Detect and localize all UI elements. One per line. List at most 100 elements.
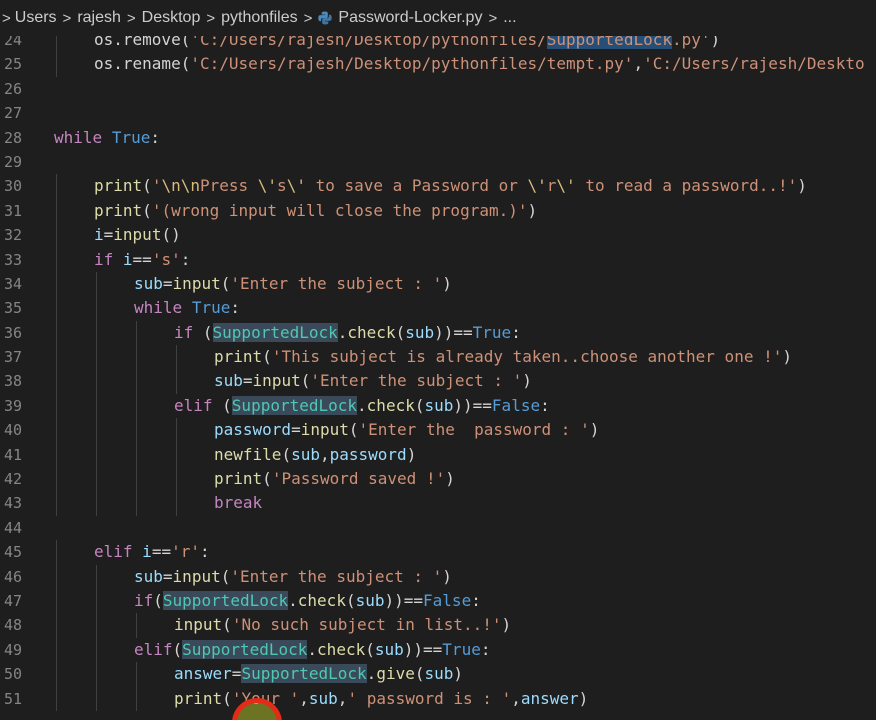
code-line[interactable]: 48 input('No such subject in list..!') — [0, 613, 876, 638]
code-token: , — [633, 54, 644, 74]
code-line[interactable]: 29 — [0, 150, 876, 174]
code-line[interactable]: 40 password=input('Enter the password : '… — [0, 418, 876, 443]
code-token: ( — [365, 639, 375, 659]
code-line[interactable]: 43 break — [0, 491, 876, 516]
code-editor[interactable]: 24 os.remove('C:/Users/rajesh/Desktop/pyt… — [0, 36, 876, 720]
code-line[interactable]: 49 elif(SupportedLock.check(sub))==True: — [0, 637, 876, 663]
code-token: SupportedLock — [212, 322, 338, 342]
code-line[interactable]: 51 print('Your ',sub,' password is : ',an… — [0, 686, 876, 711]
breadcrumb-desktop[interactable]: Desktop — [142, 9, 201, 27]
line-number: 24 — [3, 36, 22, 49]
code-line[interactable]: 34 sub=input('Enter the subject : ') — [0, 271, 876, 297]
code-token: give — [376, 664, 415, 684]
code-line[interactable]: 30 print('\n\nPress \'s\' to save a Passw… — [0, 174, 876, 199]
line-number: 46 — [3, 567, 22, 586]
code-line[interactable]: 31 print('(wrong input will close the pro… — [0, 198, 876, 224]
code-token: : — [471, 590, 481, 610]
code-text: i=input() — [94, 223, 181, 247]
code-token: password — [329, 444, 407, 464]
code-token: \' — [556, 176, 576, 196]
breadcrumb-pythonfiles[interactable]: pythonfiles — [221, 9, 298, 27]
code-line[interactable]: 46 sub=input('Enter the subject : ') — [0, 564, 876, 589]
indent-guide — [56, 662, 57, 687]
indent-guide — [56, 418, 57, 443]
code-token: check — [347, 322, 396, 342]
code-line[interactable]: 37 print('This subject is already taken..… — [0, 345, 876, 370]
line-number: 28 — [3, 128, 22, 147]
code-text: if(SupportedLock.check(sub))==False: — [134, 589, 481, 613]
code-line[interactable]: 50 answer=SupportedLock.give(sub) — [0, 662, 876, 687]
code-text: if (SupportedLock.check(sub))==True: — [174, 321, 521, 345]
code-line[interactable]: 32 i=input() — [0, 223, 876, 248]
breadcrumb-separator: > — [303, 9, 313, 27]
indent-guide — [176, 418, 177, 443]
code-line[interactable]: 45 elif i=='r': — [0, 540, 876, 565]
indent-guide — [96, 613, 97, 638]
code-token: print — [174, 688, 223, 708]
code-token: : — [511, 322, 521, 342]
indent-guide — [56, 588, 57, 614]
code-line[interactable]: 47 if(SupportedLock.check(sub))==False: — [0, 588, 876, 614]
code-token: input — [113, 225, 162, 245]
code-text: elif(SupportedLock.check(sub))==True: — [134, 638, 490, 662]
python-file-icon — [318, 11, 333, 25]
code-token: while — [134, 298, 183, 318]
code-token: ( — [172, 639, 183, 659]
code-token: if — [134, 590, 154, 610]
code-token: ) — [445, 469, 455, 489]
code-token: : — [230, 298, 240, 318]
code-text: elif (SupportedLock.check(sub))==False: — [174, 394, 550, 418]
code-line[interactable]: 36 if (SupportedLock.check(sub))==True: — [0, 320, 876, 346]
code-text: print('This subject is already taken..ch… — [214, 345, 792, 369]
code-line[interactable]: 44 — [0, 516, 876, 540]
line-number: 30 — [3, 177, 22, 196]
code-line[interactable]: 35 while True: — [0, 296, 876, 321]
breadcrumb-rajesh[interactable]: rajesh — [77, 9, 121, 27]
breadcrumb-users[interactable]: Users — [15, 9, 57, 27]
line-number: 37 — [3, 348, 22, 367]
code-token: ( — [345, 590, 356, 610]
code-token: . — [288, 590, 298, 610]
code-line[interactable]: 26 — [0, 77, 876, 101]
code-token: = — [103, 225, 114, 245]
indent-guide — [56, 491, 57, 516]
breadcrumb-more[interactable]: ... — [503, 9, 516, 27]
indent-guide — [56, 686, 57, 711]
indent-guide — [56, 637, 57, 663]
code-text: input('No such subject in list..!') — [174, 613, 511, 637]
code-token: ) — [782, 347, 792, 367]
code-token: = — [242, 371, 253, 391]
code-text: print('\n\nPress \'s\' to save a Passwor… — [94, 174, 807, 198]
code-line[interactable]: 25 os.rename('C:/Users/rajesh/Desktop/pyt… — [0, 52, 876, 77]
code-token: ( — [142, 176, 152, 196]
code-token: sub — [214, 371, 243, 391]
line-number: 39 — [3, 396, 22, 415]
indent-guide — [176, 345, 177, 370]
breadcrumb-file[interactable]: Password-Locker.py — [318, 9, 482, 27]
code-token: \' — [527, 176, 547, 196]
code-token: ( — [220, 273, 231, 293]
indent-guide — [56, 271, 57, 297]
code-line[interactable]: 33 if i=='s': — [0, 247, 876, 272]
code-text: print('(wrong input will close the progr… — [94, 199, 537, 223]
code-text: while True: — [54, 126, 160, 150]
code-line[interactable]: 42 print('Password saved !') — [0, 467, 876, 492]
indent-guide — [96, 686, 97, 711]
indent-guide — [96, 637, 97, 663]
code-line[interactable]: 38 sub=input('Enter the subject : ') — [0, 369, 876, 394]
indent-guide — [96, 296, 97, 321]
code-line[interactable]: 39 elif (SupportedLock.check(sub))==False… — [0, 393, 876, 419]
code-line[interactable]: 41 newfile(sub,password) — [0, 442, 876, 468]
code-token: : — [480, 639, 491, 659]
code-text: answer=SupportedLock.give(sub) — [174, 662, 463, 686]
indent-guide — [56, 564, 57, 589]
code-line[interactable]: 28 while True: — [0, 126, 876, 150]
indent-guide — [96, 564, 97, 589]
line-number: 45 — [3, 543, 22, 562]
code-line[interactable]: 24 os.remove('C:/Users/rajesh/Desktop/pyt… — [0, 36, 876, 53]
code-line[interactable]: 27 — [0, 101, 876, 125]
code-token: if — [174, 322, 194, 342]
code-token: , — [511, 688, 521, 708]
indent-guide — [96, 418, 97, 443]
code-token: ( — [212, 395, 232, 415]
